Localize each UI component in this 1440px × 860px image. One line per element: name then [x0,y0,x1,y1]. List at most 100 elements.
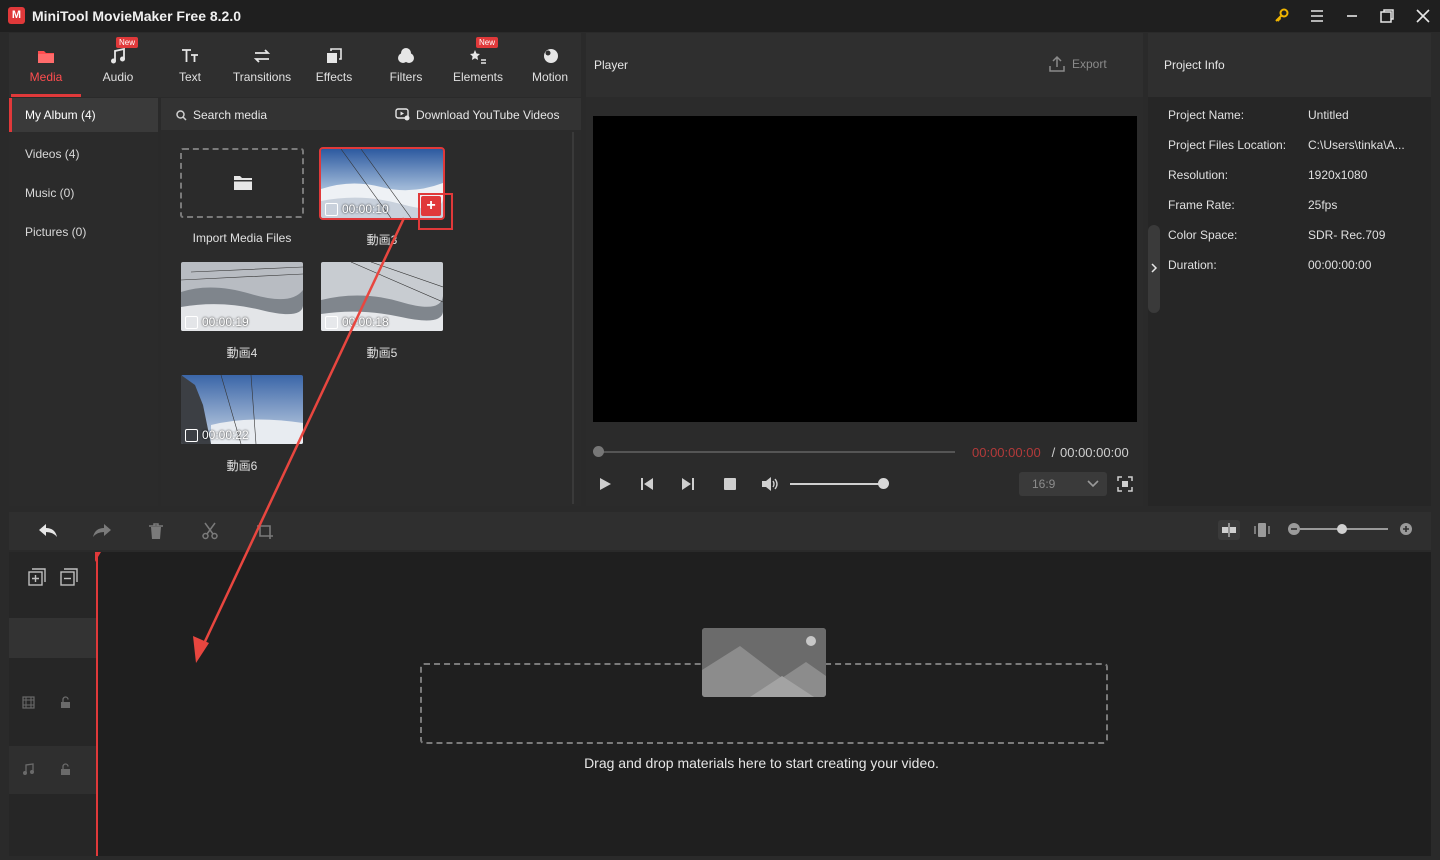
youtube-download-icon[interactable] [395,108,410,121]
minimize-icon[interactable] [1342,6,1362,26]
total-time: 00:00:00:00 [1060,445,1129,460]
search-icon[interactable] [176,110,187,121]
aspect-ratio-value: 16:9 [1032,477,1056,491]
music-track-icon [22,763,35,776]
app-logo-icon: M [8,7,25,24]
chevron-down-icon [1087,479,1099,489]
snap-toggle-icon[interactable] [1218,520,1240,540]
effects-icon [323,45,345,67]
main-toolbar: Media New Audio Text Transitions Effects… [9,33,581,97]
sidebar-item-pictures[interactable]: Pictures (0) [9,215,158,249]
text-icon [179,45,201,67]
tab-media[interactable]: Media [11,33,81,97]
fullscreen-icon[interactable] [1117,476,1133,492]
current-time: 00:00:00:00 [972,445,1041,460]
project-info-title: Project Info [1164,58,1225,72]
info-value: 1920x1080 [1308,168,1368,182]
audio-track-header [9,746,96,794]
tab-audio-label: Audio [102,70,134,84]
player-title: Player [594,58,629,72]
import-media-button[interactable] [180,148,304,218]
tab-filters-label: Filters [389,70,423,84]
zoom-out-icon[interactable] [1287,522,1301,536]
zoom-in-icon[interactable] [1399,522,1413,536]
motion-icon [539,45,561,67]
filters-icon [395,45,417,67]
remove-track-icon[interactable] [60,568,78,586]
media-scrollbar[interactable] [572,132,574,504]
playback-progress-handle[interactable] [593,446,604,457]
aspect-ratio-select[interactable]: 16:9 [1019,472,1107,496]
media-clip-name: 動画6 [226,459,258,473]
media-clip-name: 動画4 [226,346,258,360]
info-key: Resolution: [1168,168,1229,182]
timeline-zoom-handle[interactable] [1337,524,1347,534]
video-preview[interactable] [593,116,1137,422]
clip-duration: 00:00:18 [325,315,389,329]
export-button[interactable]: Export [1048,55,1107,73]
close-icon[interactable] [1413,6,1433,26]
clip-duration: 00:00:19 [185,315,249,329]
video-track-icon [22,696,35,709]
info-key: Project Name: [1168,108,1245,122]
lock-icon[interactable] [60,763,71,776]
redo-icon[interactable] [92,522,112,540]
crop-icon[interactable] [256,522,274,540]
sidebar-item-videos[interactable]: Videos (4) [9,137,158,171]
split-scissors-icon[interactable] [201,522,219,540]
previous-frame-icon[interactable] [639,476,655,492]
fit-timeline-icon[interactable] [1254,521,1270,539]
media-clip-thumbnail[interactable]: 00:00:18 [321,262,443,331]
info-key: Duration: [1168,258,1217,272]
sidebar-item-music[interactable]: Music (0) [9,176,158,210]
export-label: Export [1072,57,1107,71]
tab-effects-label: Effects [315,70,353,84]
playhead-handle[interactable] [95,552,101,562]
tab-audio[interactable]: New Audio [83,33,153,97]
volume-slider[interactable] [790,483,882,485]
next-frame-icon[interactable] [680,476,696,492]
track-header-empty [9,618,96,658]
clip-duration: 00:00:10 [325,202,389,216]
film-icon [185,428,198,442]
undo-icon[interactable] [38,522,58,540]
image-placeholder-icon [702,628,826,697]
volume-icon[interactable] [761,476,778,492]
media-clip-thumbnail[interactable]: 00:00:22 [181,375,303,444]
media-clip-name: 動画5 [366,346,398,360]
stop-icon[interactable] [722,476,738,492]
delete-icon[interactable] [148,522,164,540]
add-track-icon[interactable] [28,568,46,586]
media-clip-thumbnail[interactable]: 00:00:19 [181,262,303,331]
tab-motion[interactable]: Motion [515,33,585,97]
restore-icon[interactable] [1377,6,1397,26]
tab-transitions[interactable]: Transitions [227,33,297,97]
film-icon [325,315,338,329]
tab-text-label: Text [178,70,201,84]
play-icon[interactable] [597,476,613,492]
download-youtube-button[interactable]: Download YouTube Videos [416,108,559,122]
album-sidebar: My Album (4) Videos (4) Music (0) Pictur… [9,98,158,506]
playhead[interactable] [96,552,98,856]
info-key: Color Space: [1168,228,1238,242]
search-input[interactable]: Search media [193,108,267,122]
sidebar-item-my-album[interactable]: My Album (4) [9,98,158,132]
info-key: Frame Rate: [1168,198,1235,212]
info-value: Untitled [1308,108,1349,122]
panel-collapse-toggle[interactable] [1148,225,1160,313]
tab-media-label: Media [29,70,63,84]
tab-elements[interactable]: New Elements [443,33,513,97]
playback-progress-bar[interactable] [597,451,955,453]
info-value: C:\Users\tinka\A... [1308,138,1405,152]
volume-handle[interactable] [878,478,889,489]
annotation-highlight-box [418,193,453,230]
lock-icon[interactable] [60,696,71,709]
tab-text[interactable]: Text [155,33,225,97]
app-title: MiniTool MovieMaker Free 8.2.0 [32,8,242,24]
time-separator: / [1048,445,1059,460]
tab-effects[interactable]: Effects [299,33,369,97]
info-key: Project Files Location: [1168,138,1287,152]
tab-filters[interactable]: Filters [371,33,441,97]
key-icon[interactable] [1272,6,1292,26]
menu-icon[interactable] [1307,6,1327,26]
